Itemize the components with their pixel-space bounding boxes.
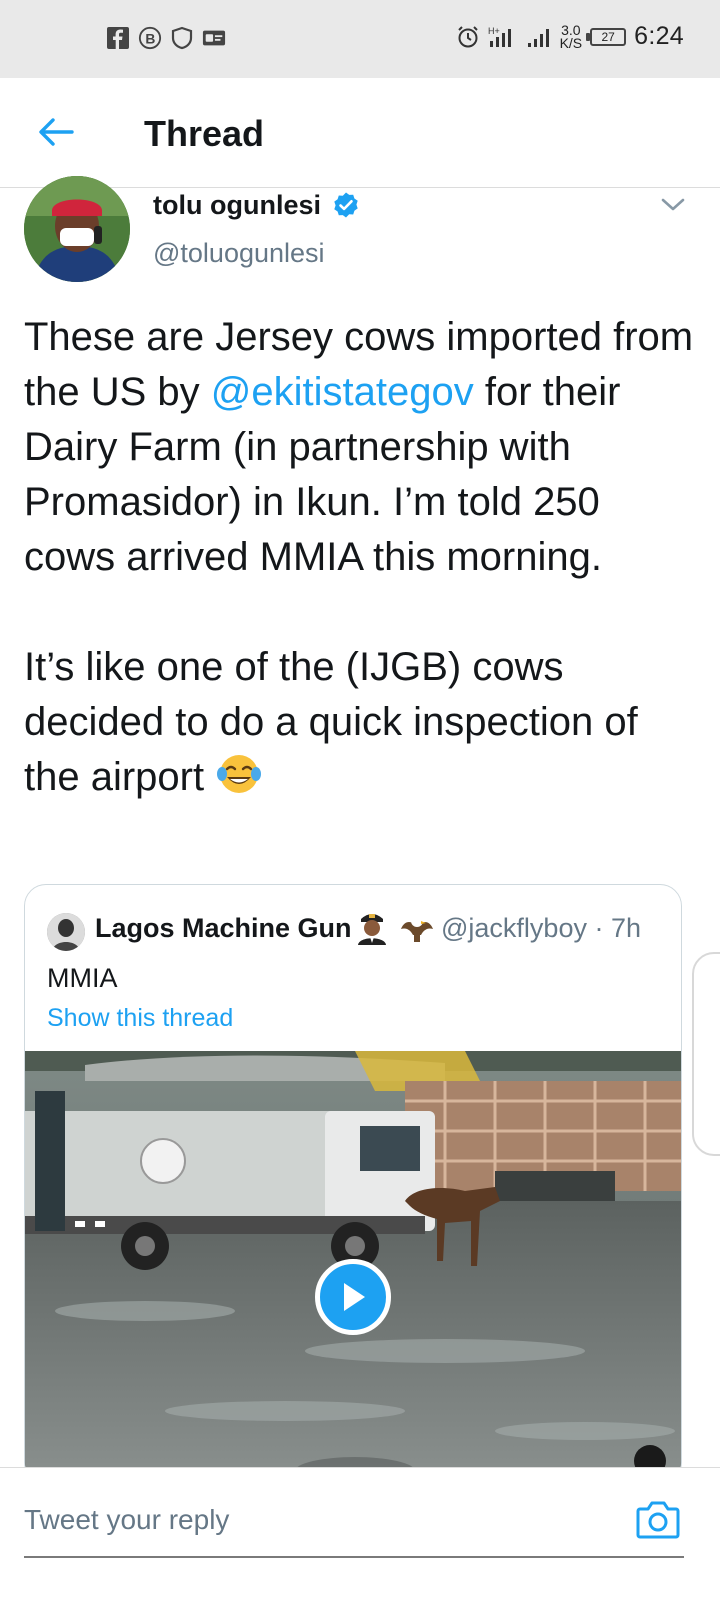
chevron-down-icon <box>661 198 685 211</box>
avatar[interactable] <box>24 176 130 282</box>
status-time: 6:24 <box>634 22 684 50</box>
signal-icon: H+ <box>488 25 518 49</box>
battery-icon: 27 <box>586 27 627 46</box>
status-bar: B H+ 3.0 K/S 27 6:24 <box>0 0 720 78</box>
video-thumbnail[interactable] <box>25 1051 681 1483</box>
tweet-text-segment: It’s like one of the (IJGB) cows decided… <box>24 645 638 799</box>
show-thread-link[interactable]: Show this thread <box>47 1004 233 1033</box>
network-speed-unit: K/S <box>559 34 583 51</box>
verified-badge-icon <box>332 191 360 219</box>
facebook-icon <box>106 26 130 50</box>
shield-icon <box>170 26 194 50</box>
quoted-author-name: Lagos Machine Gun <box>95 913 352 943</box>
bottom-divider <box>24 1556 684 1558</box>
play-icon <box>344 1283 365 1311</box>
reply-input[interactable]: Tweet your reply <box>24 1504 229 1536</box>
page-title: Thread <box>144 113 265 154</box>
reply-bar: Tweet your reply <box>0 1467 720 1567</box>
author-name[interactable]: tolu ogunlesi <box>153 190 321 221</box>
camera-button[interactable] <box>636 1498 680 1540</box>
back-button[interactable] <box>34 110 78 154</box>
tweet-paragraph: These are Jersey cows imported from the … <box>24 310 696 585</box>
b-icon: B <box>138 26 162 50</box>
play-button[interactable] <box>315 1259 391 1335</box>
svg-text:H+: H+ <box>488 26 500 36</box>
tweet-text: These are Jersey cows imported from the … <box>24 310 696 805</box>
card-icon <box>202 26 226 50</box>
quoted-avatar <box>47 913 85 951</box>
author-handle[interactable]: @toluogunlesi <box>153 238 325 269</box>
status-right-icons: H+ 3.0 K/S 27 6:24 <box>456 22 684 51</box>
status-left-icons: B <box>106 26 226 50</box>
arrow-left-icon <box>39 118 74 146</box>
pilot-icon <box>355 909 389 945</box>
battery-level: 27 <box>601 29 615 44</box>
tweet-options-button[interactable] <box>660 194 686 214</box>
eagle-icon <box>399 909 435 945</box>
mention-link[interactable]: @ekitistategov <box>211 370 474 414</box>
thread-header: Thread <box>0 78 720 188</box>
network-speed: 3.0 K/S <box>559 23 583 51</box>
svg-text:B: B <box>145 31 155 47</box>
face-with-tears-of-joy-icon <box>217 755 262 793</box>
edge-panel-handle[interactable] <box>692 952 720 1156</box>
quoted-handle-time: @jackflyboy · 7h <box>441 913 641 943</box>
signal-icon <box>526 25 552 49</box>
camera-icon <box>636 1501 680 1539</box>
quoted-text: MMIA <box>47 963 118 993</box>
alarm-icon <box>456 25 480 49</box>
tweet-paragraph: It’s like one of the (IJGB) cows decided… <box>24 640 696 805</box>
quoted-tweet[interactable]: Lagos Machine Gun @jackflyboy · 7h MMIA … <box>24 884 682 1484</box>
